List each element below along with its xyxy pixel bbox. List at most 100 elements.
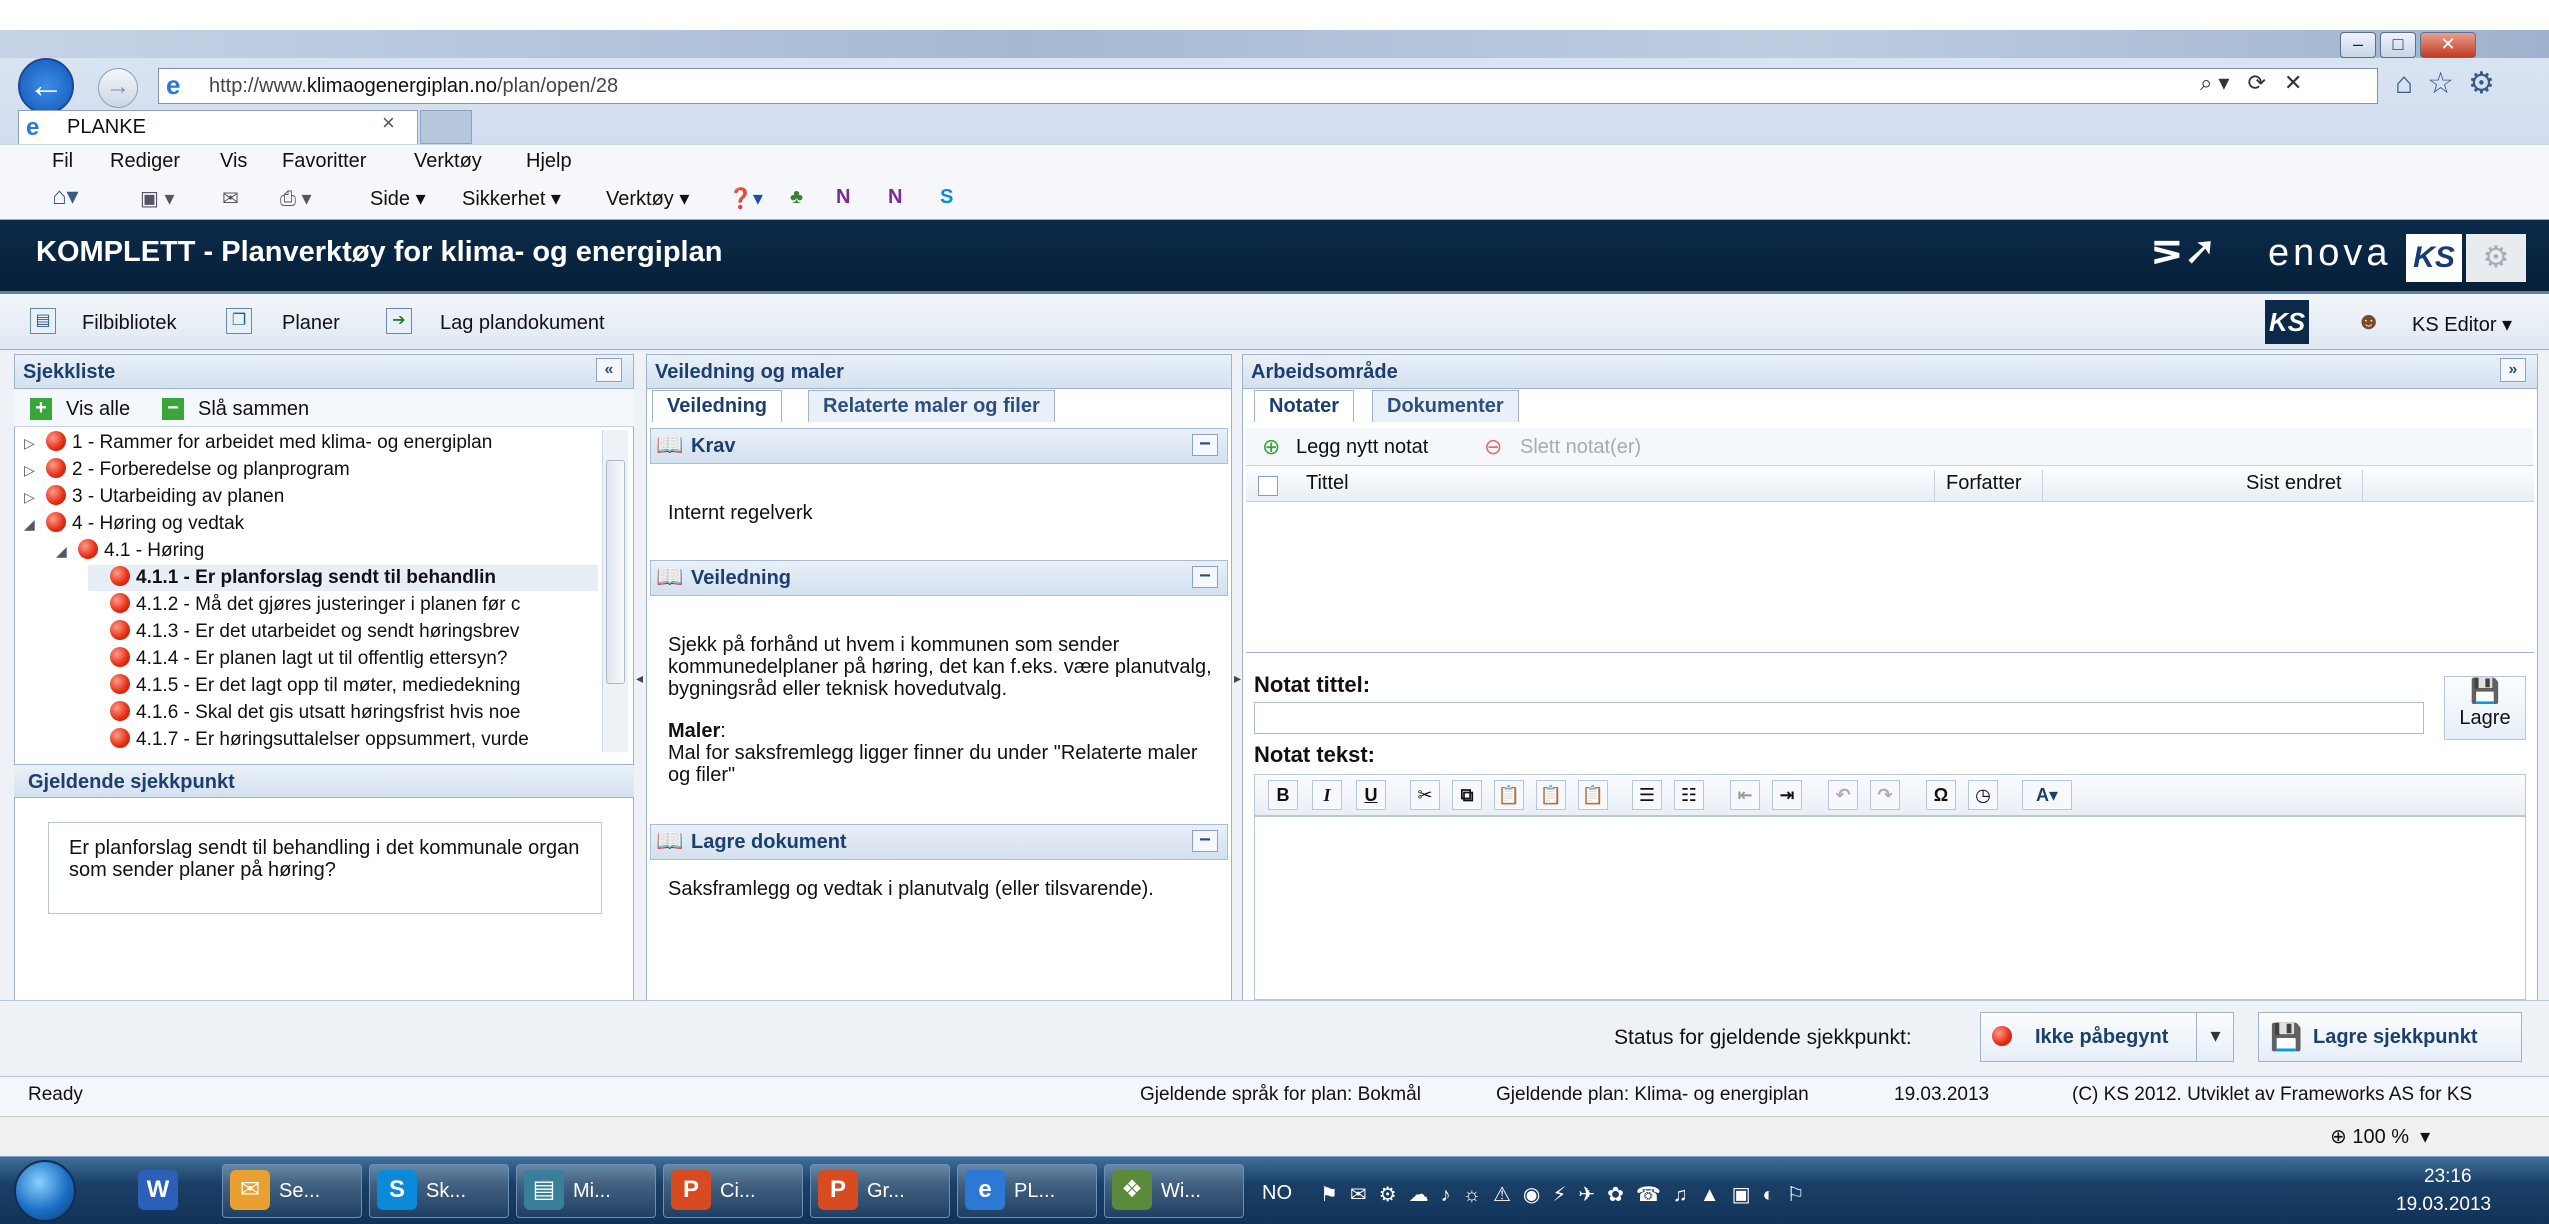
settings-gear-icon[interactable]: ⚙	[2466, 234, 2526, 282]
bullet-list-icon[interactable]: ☰	[1632, 780, 1662, 810]
menu-help[interactable]: Hjelp	[526, 150, 572, 173]
paste-text-icon[interactable]: 📋	[1536, 780, 1566, 810]
status-dropdown-arrow[interactable]: ▾	[2196, 1012, 2234, 1062]
expand-toggle-icon[interactable]: ◢	[24, 511, 46, 537]
save-note-button[interactable]: 💾 Lagre	[2444, 676, 2526, 740]
checklist-item[interactable]: 4.1.7 - Er høringsuttalelser oppsummert,…	[88, 727, 598, 752]
menu-tools[interactable]: Verktøy	[414, 150, 482, 173]
note-text-editor[interactable]	[1254, 816, 2526, 1000]
maximize-button[interactable]: □	[2380, 32, 2416, 58]
paste-icon[interactable]: 📋	[1494, 780, 1524, 810]
menu-edit[interactable]: Rediger	[110, 150, 180, 173]
checklist-item[interactable]: ◢ 4.1 - Høring	[56, 538, 598, 564]
scroll-thumb[interactable]	[606, 460, 625, 684]
browser-tab[interactable]: PLANKE	[18, 110, 418, 144]
column-title[interactable]: Tittel	[1306, 472, 1349, 495]
forward-button[interactable]: →	[98, 68, 138, 108]
checklist-item[interactable]: ▷ 3 - Utarbeiding av planen	[24, 484, 598, 510]
expand-toggle-icon[interactable]: ◢	[56, 538, 78, 564]
home-icon[interactable]: ⌂▾	[52, 182, 79, 211]
tab-close-icon[interactable]: ×	[382, 110, 395, 136]
print-icon[interactable]: ⎙ ▾	[280, 186, 312, 211]
language-indicator[interactable]: NO	[1262, 1182, 1292, 1205]
checklist-item[interactable]: ◢ 4 - Høring og vedtak	[24, 511, 598, 537]
page-menu[interactable]: Side ▾	[370, 186, 426, 211]
collapse-requirements-button[interactable]: −	[1192, 434, 1218, 456]
italic-button[interactable]: I	[1312, 780, 1342, 810]
merge-button[interactable]: Slå sammen	[198, 398, 309, 421]
tray-icons[interactable]: ⚑✉⚙☁♪☼⚠◉⚡✈✿☎♫▲▣◐⚐	[1320, 1182, 1817, 1207]
collapse-save-document-button[interactable]: −	[1192, 830, 1218, 852]
column-author[interactable]: Forfatter	[1946, 472, 2022, 495]
save-document-section-header[interactable]: Lagre dokument	[650, 824, 1228, 860]
paste-word-icon[interactable]: 📋	[1578, 780, 1608, 810]
mail-icon[interactable]: ✉	[222, 186, 239, 211]
checklist-item[interactable]: 4.1.2 - Må det gjøres justeringer i plan…	[88, 592, 598, 618]
onenote-linked-icon[interactable]: N	[888, 186, 902, 209]
splitter-right-arrow[interactable]: ▸	[1234, 670, 1241, 687]
feeds-icon[interactable]: ▣ ▾	[140, 186, 175, 211]
collapse-guidance-button[interactable]: −	[1192, 566, 1218, 588]
address-tools-icons[interactable]: ⌕▾ ⟳ ✕	[2200, 70, 2308, 96]
menu-favorites[interactable]: Favoritter	[282, 150, 366, 173]
safety-menu[interactable]: Sikkerhet ▾	[462, 186, 561, 211]
guidance-section-header[interactable]: Veiledning	[650, 560, 1228, 596]
file-library-button[interactable]: Filbibliotek	[82, 312, 176, 335]
copy-icon[interactable]: ⧉	[1452, 780, 1482, 810]
menu-file[interactable]: Fil	[52, 150, 73, 173]
expand-toggle-icon[interactable]: ▷	[24, 484, 46, 510]
minimize-button[interactable]: –	[2340, 32, 2376, 58]
tab-documents[interactable]: Dokumenter	[1372, 390, 1519, 422]
create-plan-document-button[interactable]: Lag plandokument	[440, 312, 605, 335]
help-icon[interactable]: ❓▾	[728, 186, 763, 211]
start-button[interactable]	[14, 1160, 76, 1222]
collapse-right-button[interactable]: »	[2500, 358, 2526, 382]
delete-note-button[interactable]: Slett notat(er)	[1520, 436, 1641, 459]
checklist-item[interactable]: 4.1.1 - Er planforslag sendt til behandl…	[88, 565, 598, 591]
zoom-control[interactable]: ⊕ 100 % ▾	[2330, 1124, 2430, 1149]
expand-toggle-icon[interactable]: ▷	[24, 430, 46, 456]
clock-icon[interactable]: ◷	[1968, 780, 1998, 810]
outdent-icon[interactable]: ⇤	[1730, 780, 1760, 810]
special-char-icon[interactable]: Ω	[1926, 780, 1956, 810]
user-menu[interactable]: KS Editor ▾	[2412, 312, 2512, 337]
tools-menu[interactable]: Verktøy ▾	[606, 186, 689, 211]
expand-toggle-icon[interactable]: ▷	[24, 457, 46, 483]
onenote-icon[interactable]: N	[836, 186, 850, 209]
column-last-modified[interactable]: Sist endret	[2246, 472, 2342, 495]
address-bar[interactable]: http://www.klimaogenergiplan.no/plan/ope…	[158, 68, 2378, 104]
plans-button[interactable]: Planer	[282, 312, 340, 335]
back-button[interactable]: ←	[18, 58, 74, 114]
home-star-gear-icons[interactable]: ⌂☆⚙	[2395, 66, 2509, 101]
checklist-item[interactable]: 4.1.4 - Er planen lagt ut til offentlig …	[88, 646, 598, 672]
splitter-left-arrow[interactable]: ◂	[636, 670, 643, 687]
undo-icon[interactable]: ↶	[1828, 780, 1858, 810]
tab-related-templates[interactable]: Relaterte maler og filer	[808, 390, 1055, 422]
checklist-item[interactable]: 4.1.6 - Skal det gis utsatt høringsfrist…	[88, 700, 598, 726]
menu-view[interactable]: Vis	[220, 150, 247, 173]
checklist-item[interactable]: ▷ 2 - Forberedelse og planprogram	[24, 457, 598, 483]
messenger-icon[interactable]: ♣	[790, 186, 803, 209]
tab-notes[interactable]: Notater	[1254, 390, 1355, 422]
checklist-item[interactable]: 4.1.3 - Er det utarbeidet og sendt hørin…	[88, 619, 598, 645]
indent-icon[interactable]: ⇥	[1772, 780, 1802, 810]
redo-icon[interactable]: ↷	[1870, 780, 1900, 810]
add-note-button[interactable]: Legg nytt notat	[1296, 436, 1428, 459]
cut-icon[interactable]: ✂	[1410, 780, 1440, 810]
underline-button[interactable]: U	[1356, 780, 1386, 810]
show-all-button[interactable]: Vis alle	[66, 398, 130, 421]
word-icon[interactable]: W	[138, 1170, 178, 1210]
collapse-left-button[interactable]: «	[596, 358, 622, 382]
requirements-section-header[interactable]: Krav	[650, 428, 1228, 464]
close-button[interactable]: ✕	[2420, 32, 2476, 58]
new-tab-button[interactable]	[420, 110, 472, 144]
select-all-checkbox[interactable]	[1258, 476, 1278, 496]
checklist-item[interactable]: ▷ 1 - Rammer for arbeidet med klima- og e…	[24, 430, 598, 456]
font-color-icon[interactable]: A▾	[2022, 780, 2072, 810]
numbered-list-icon[interactable]: ☷	[1674, 780, 1704, 810]
bold-button[interactable]: B	[1268, 780, 1298, 810]
checklist-item[interactable]: 4.1.5 - Er det lagt opp til møter, medie…	[88, 673, 598, 699]
tab-guidance[interactable]: Veiledning	[652, 390, 783, 422]
note-title-input[interactable]	[1254, 702, 2424, 734]
tree-scrollbar[interactable]	[602, 430, 628, 752]
